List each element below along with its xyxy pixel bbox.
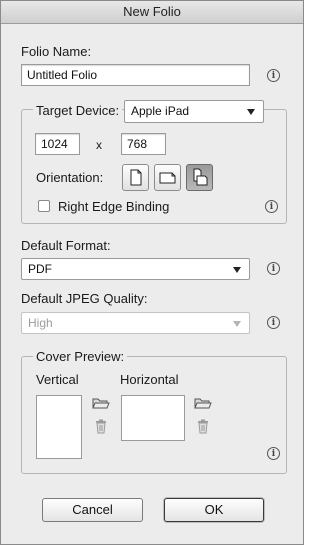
orientation-both-button[interactable] [186, 164, 213, 191]
target-device-select[interactable]: Apple iPad [124, 100, 264, 123]
jpeg-quality-select[interactable]: High [21, 312, 250, 334]
right-edge-binding-label: Right Edge Binding [58, 199, 170, 214]
vertical-folder-icon[interactable] [92, 396, 110, 410]
horizontal-folder-icon[interactable] [194, 396, 212, 410]
folio-name-info-icon[interactable]: i [267, 69, 280, 82]
orientation-landscape-button[interactable] [154, 164, 181, 191]
orientation-label: Orientation: [36, 170, 104, 185]
both-orientations-icon [193, 168, 208, 186]
device-height-field[interactable] [121, 133, 166, 155]
target-device-info-icon[interactable]: i [265, 200, 278, 213]
horizontal-trash-icon[interactable] [197, 419, 209, 434]
cancel-button[interactable]: Cancel [42, 498, 143, 522]
jpeg-quality-value: High [28, 316, 53, 330]
cover-preview-info-icon[interactable]: i [267, 447, 280, 460]
horizontal-cover-preview[interactable] [121, 395, 185, 441]
vertical-trash-icon[interactable] [95, 419, 107, 434]
orientation-portrait-button[interactable] [122, 164, 149, 191]
jpeg-quality-label: Default JPEG Quality: [21, 291, 148, 306]
default-format-info-icon[interactable]: i [267, 262, 280, 275]
default-format-label: Default Format: [21, 238, 111, 253]
jpeg-quality-info-icon[interactable]: i [267, 316, 280, 329]
default-format-select[interactable]: PDF [21, 258, 250, 280]
chevron-down-icon [233, 321, 241, 327]
folio-name-label: Folio Name: [21, 44, 92, 59]
cover-preview-label: Cover Preview: [33, 349, 128, 364]
chevron-down-icon [233, 267, 241, 273]
target-device-label: Target Device: [33, 103, 123, 118]
portrait-icon [130, 169, 142, 186]
vertical-cover-preview[interactable] [36, 395, 82, 459]
device-width-field[interactable] [35, 133, 80, 155]
horizontal-label: Horizontal [120, 372, 179, 387]
new-folio-dialog: New Folio Folio Name: i Target Device: A… [0, 0, 304, 545]
right-edge-binding-checkbox[interactable] [38, 200, 50, 212]
landscape-icon [159, 172, 176, 184]
dialog-title: New Folio [1, 1, 303, 24]
dimension-separator: x [96, 138, 102, 152]
default-format-value: PDF [28, 262, 52, 276]
chevron-down-icon [247, 109, 255, 115]
ok-button[interactable]: OK [164, 498, 264, 522]
target-device-value: Apple iPad [131, 104, 190, 118]
vertical-label: Vertical [36, 372, 79, 387]
folio-name-field[interactable] [21, 64, 250, 86]
